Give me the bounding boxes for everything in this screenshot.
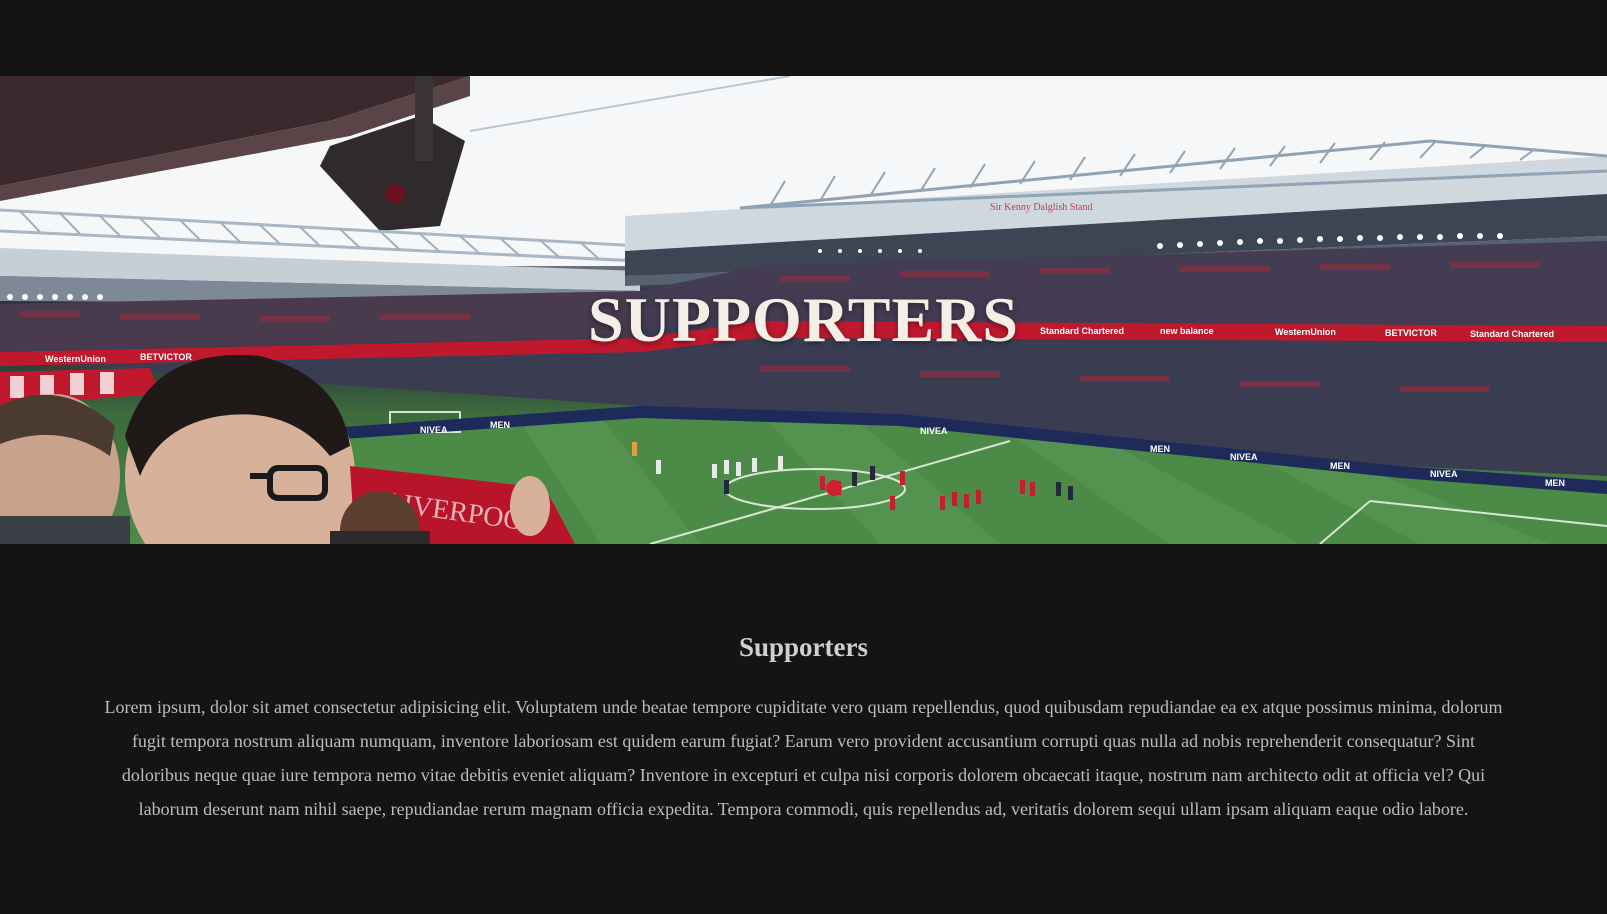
board-text: NIVEA: [1230, 452, 1258, 462]
board-text: MEN: [1330, 461, 1350, 471]
board-text: MEN: [1150, 444, 1170, 454]
banner-text: BETVICTOR: [140, 352, 192, 362]
wreath-icon: [826, 480, 842, 496]
board-text: NIVEA: [1430, 469, 1458, 479]
hero-title: SUPPORTERS: [588, 284, 1019, 355]
board-text: MEN: [490, 420, 510, 430]
hero-banner: WesternUnion BETVICTOR Standard Chartere…: [0, 76, 1607, 544]
top-nav-bar: [0, 0, 1607, 76]
banner-text: WesternUnion: [45, 354, 106, 364]
supporters-section: Supporters Lorem ipsum, dolor sit amet c…: [0, 544, 1607, 914]
section-title: Supporters: [738, 632, 868, 662]
board-text: NIVEA: [920, 426, 948, 436]
section-body: Lorem ipsum, dolor sit amet consectetur …: [104, 697, 1503, 819]
board-text: NIVEA: [420, 425, 448, 435]
stand-name-text: Sir Kenny Dalglish Stand: [990, 202, 1093, 213]
board-text: MEN: [1545, 478, 1565, 488]
